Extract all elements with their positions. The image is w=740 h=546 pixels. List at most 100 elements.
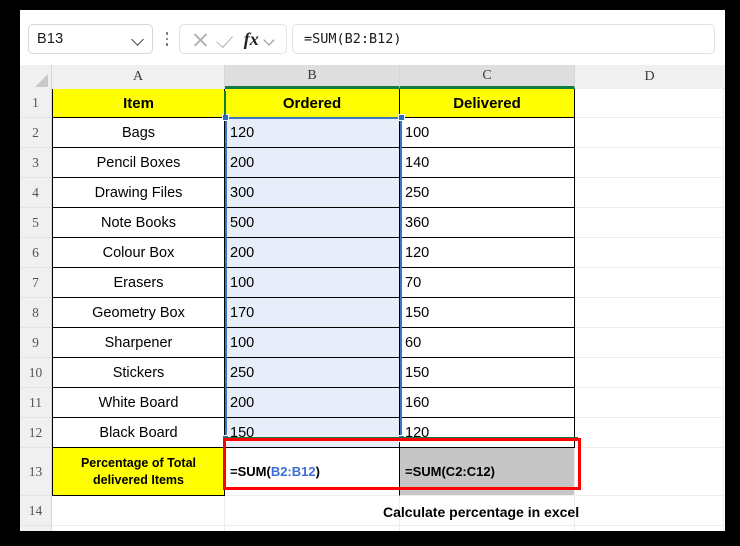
cell-d15[interactable]	[575, 526, 724, 531]
cell-b2[interactable]: 120	[225, 118, 400, 148]
cell-b15[interactable]	[225, 526, 400, 531]
footer-label-line2: delivered Items	[92, 472, 184, 487]
row-header-7[interactable]: 7	[20, 268, 52, 298]
cell-b1[interactable]: Ordered	[225, 89, 400, 118]
cell-a1[interactable]: Item	[52, 89, 225, 118]
cell-c1[interactable]: Delivered	[400, 89, 575, 118]
cell-c4[interactable]: 250	[400, 178, 575, 208]
cell-c7[interactable]: 70	[400, 268, 575, 298]
cell-b6[interactable]: 200	[225, 238, 400, 268]
table-row: 7 Erasers 100 70	[20, 268, 725, 298]
cell-b9[interactable]: 100	[225, 328, 400, 358]
row-header-4[interactable]: 4	[20, 178, 52, 208]
formula-input[interactable]: =SUM(B2:B12)	[292, 24, 715, 54]
name-box-value: B13	[37, 31, 64, 47]
cell-a13[interactable]: Percentage of Total delivered Items	[52, 448, 225, 496]
cell-c5[interactable]: 360	[400, 208, 575, 238]
confirm-icon[interactable]	[216, 29, 237, 50]
row-header-9[interactable]: 9	[20, 328, 52, 358]
row-header-12[interactable]: 12	[20, 418, 52, 448]
cell-d1[interactable]	[575, 89, 724, 118]
cell-d11[interactable]	[575, 388, 724, 418]
row-header-8[interactable]: 8	[20, 298, 52, 328]
selection-handle-bottom-right[interactable]	[398, 435, 405, 442]
row-header-2[interactable]: 2	[20, 118, 52, 148]
cell-c2[interactable]: 100	[400, 118, 575, 148]
row-header-15[interactable]: 15	[20, 526, 52, 531]
cell-a6[interactable]: Colour Box	[52, 238, 225, 268]
cell-c12[interactable]: 120	[400, 418, 575, 448]
chevron-down-icon[interactable]	[132, 33, 144, 45]
selection-handle-bottom-left[interactable]	[222, 435, 229, 442]
cell-a14[interactable]	[52, 496, 225, 526]
row-header-1[interactable]: 1	[20, 89, 52, 118]
column-header-b[interactable]: B	[225, 65, 400, 89]
column-header-d[interactable]: D	[575, 65, 724, 89]
cell-d13[interactable]	[575, 448, 724, 496]
cell-c9[interactable]: 60	[400, 328, 575, 358]
kebab-dot	[165, 37, 169, 41]
formula-b-suffix: )	[315, 464, 320, 479]
cell-a12[interactable]: Black Board	[52, 418, 225, 448]
cell-b7[interactable]: 100	[225, 268, 400, 298]
cell-d6[interactable]	[575, 238, 724, 268]
cell-a4[interactable]: Drawing Files	[52, 178, 225, 208]
cell-d2[interactable]	[575, 118, 724, 148]
cell-b10[interactable]: 250	[225, 358, 400, 388]
cell-a9[interactable]: Sharpener	[52, 328, 225, 358]
cell-c15[interactable]	[400, 526, 575, 531]
cell-b3[interactable]: 200	[225, 148, 400, 178]
row-header-13[interactable]: 13	[20, 448, 52, 496]
cell-d4[interactable]	[575, 178, 724, 208]
row-header-11[interactable]: 11	[20, 388, 52, 418]
cell-b12[interactable]: 150	[225, 418, 400, 448]
selection-handle-top-right[interactable]	[398, 114, 405, 121]
cell-c11[interactable]: 160	[400, 388, 575, 418]
cell-b11[interactable]: 200	[225, 388, 400, 418]
cell-d3[interactable]	[575, 148, 724, 178]
insert-function-icon[interactable]: fx	[243, 29, 260, 50]
name-box[interactable]: B13	[28, 24, 153, 54]
cell-c6[interactable]: 120	[400, 238, 575, 268]
chevron-down-icon[interactable]	[265, 29, 276, 50]
cell-a8[interactable]: Geometry Box	[52, 298, 225, 328]
selection-handle-top-left[interactable]	[222, 114, 229, 121]
cell-d9[interactable]	[575, 328, 724, 358]
kebab-dot	[165, 32, 169, 35]
cell-c10[interactable]: 150	[400, 358, 575, 388]
cell-d5[interactable]	[575, 208, 724, 238]
table-row-empty: 15	[20, 526, 725, 531]
cell-b5[interactable]: 500	[225, 208, 400, 238]
cell-a3[interactable]: Pencil Boxes	[52, 148, 225, 178]
cell-a11[interactable]: White Board	[52, 388, 225, 418]
row-header-6[interactable]: 6	[20, 238, 52, 268]
cell-d12[interactable]	[575, 418, 724, 448]
cell-a5[interactable]: Note Books	[52, 208, 225, 238]
cell-d14[interactable]	[575, 496, 724, 526]
row-header-10[interactable]: 10	[20, 358, 52, 388]
cell-d10[interactable]	[575, 358, 724, 388]
more-options-icon[interactable]	[157, 24, 177, 54]
cell-d8[interactable]	[575, 298, 724, 328]
formula-bar: B13 fx =SUM(B2:B12)	[20, 14, 725, 64]
cell-a2[interactable]: Bags	[52, 118, 225, 148]
cell-a7[interactable]: Erasers	[52, 268, 225, 298]
cell-a10[interactable]: Stickers	[52, 358, 225, 388]
select-all-corner[interactable]	[20, 65, 52, 89]
cell-d7[interactable]	[575, 268, 724, 298]
cell-b14[interactable]	[225, 496, 400, 526]
column-header-c[interactable]: C	[400, 65, 575, 89]
row-header-14[interactable]: 14	[20, 496, 52, 526]
cell-b4[interactable]: 300	[225, 178, 400, 208]
cell-c8[interactable]: 150	[400, 298, 575, 328]
cell-b13[interactable]: =SUM(B2:B12)	[225, 448, 400, 496]
cancel-icon[interactable]	[190, 29, 211, 50]
cell-c3[interactable]: 140	[400, 148, 575, 178]
cell-a15[interactable]	[52, 526, 225, 531]
cell-b8[interactable]: 170	[225, 298, 400, 328]
table-row: 1 Item Ordered Delivered	[20, 89, 725, 118]
row-header-3[interactable]: 3	[20, 148, 52, 178]
cell-c13[interactable]: =SUM(C2:C12)	[400, 448, 575, 496]
row-header-5[interactable]: 5	[20, 208, 52, 238]
column-header-a[interactable]: A	[52, 65, 225, 89]
